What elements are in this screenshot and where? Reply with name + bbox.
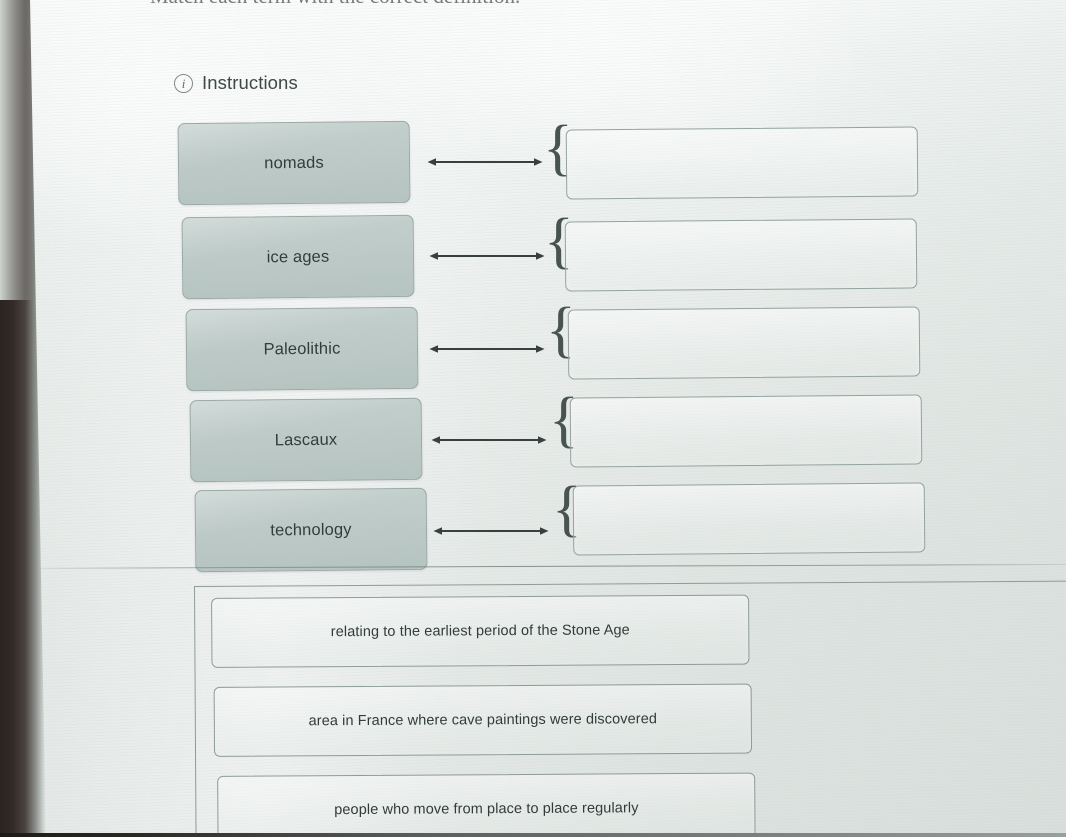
double-headed-arrow-icon (432, 524, 550, 538)
drop-target-box[interactable] (564, 218, 918, 292)
term-label: nomads (264, 153, 324, 172)
drop-target-box[interactable] (565, 126, 919, 200)
term-box[interactable]: Lascaux (189, 397, 423, 483)
double-headed-arrow-icon (428, 249, 546, 263)
drop-target-box[interactable] (572, 482, 926, 556)
term-box[interactable]: Paleolithic (185, 306, 419, 392)
term-label: ice ages (266, 247, 330, 266)
answer-option[interactable]: relating to the earliest period of the S… (211, 594, 750, 668)
term-label: Lascaux (274, 430, 338, 449)
answer-option[interactable]: area in France where cave paintings were… (213, 683, 753, 757)
answer-option-label: relating to the earliest period of the S… (330, 622, 630, 641)
answer-bank-panel: relating to the earliest period of the S… (194, 580, 1066, 837)
answer-option-label: area in France where cave paintings were… (308, 711, 658, 730)
double-headed-arrow-icon (426, 155, 544, 169)
drop-target-box[interactable] (569, 394, 923, 468)
answer-option-label: people who move from place to place regu… (334, 800, 639, 819)
term-box[interactable]: ice ages (181, 214, 415, 300)
term-label: technology (270, 520, 352, 539)
photographed-screen: Match each term with the correct definit… (0, 0, 1066, 837)
drop-target-box[interactable] (567, 306, 921, 380)
double-headed-arrow-icon (428, 342, 546, 356)
double-headed-arrow-icon (430, 433, 548, 447)
matching-area: nomads { ice ages {Paleolithic {Lascau… (0, 0, 1066, 580)
term-box[interactable]: nomads (177, 120, 411, 206)
term-label: Paleolithic (263, 339, 341, 358)
term-box[interactable]: technology (194, 487, 428, 573)
answer-option[interactable]: people who move from place to place regu… (217, 772, 756, 837)
